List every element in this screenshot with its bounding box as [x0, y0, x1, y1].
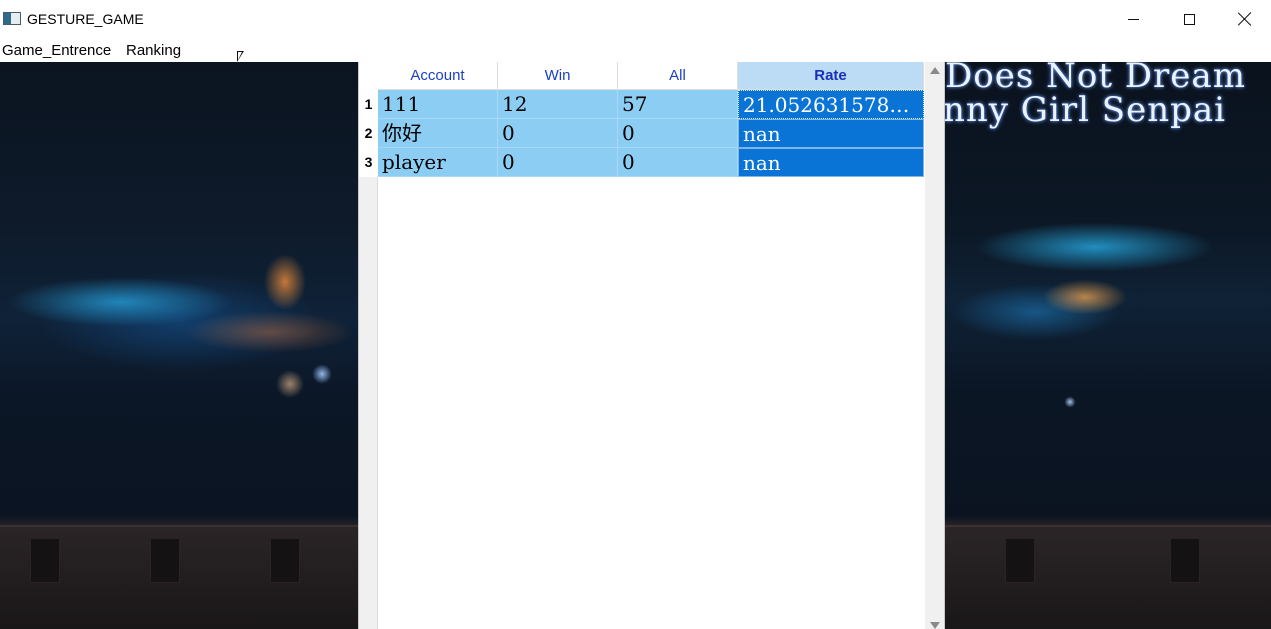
table-cell[interactable]: 你好 [378, 119, 498, 148]
menu-ranking[interactable]: Ranking [126, 42, 181, 59]
table-cell[interactable]: 0 [618, 148, 738, 177]
railing-post [1170, 538, 1200, 583]
minimize-icon [1127, 18, 1139, 20]
scroll-down-arrow-icon[interactable] [930, 622, 940, 629]
table-cell-selected[interactable]: nan [738, 119, 924, 148]
maximize-button[interactable] [1161, 0, 1217, 38]
railing-post [1005, 538, 1035, 583]
table-cell[interactable]: 57 [618, 90, 738, 119]
railing-post [30, 538, 60, 583]
scroll-up-arrow-icon[interactable] [930, 67, 940, 74]
table-cell[interactable]: 0 [498, 148, 618, 177]
table-cell-selected[interactable]: nan [738, 148, 924, 177]
menu-game-entrence[interactable]: Game_Entrence [2, 42, 111, 59]
table-cell[interactable]: 0 [498, 119, 618, 148]
table-cell[interactable]: 12 [498, 90, 618, 119]
app-icon [3, 12, 21, 25]
table-cell[interactable]: 111 [378, 90, 498, 119]
table-cell[interactable]: player [378, 148, 498, 177]
ranking-table[interactable]: 1 2 3 Account Win All Rate 111 12 57 21.… [358, 62, 945, 629]
row-header: 1 2 3 [359, 90, 378, 629]
background-image-left [0, 62, 358, 629]
overlay-title-line2: nny Girl Senpai [945, 90, 1226, 130]
close-icon [1238, 12, 1252, 26]
minimize-button[interactable] [1105, 0, 1161, 38]
column-header-rate[interactable]: Rate [738, 62, 924, 90]
railing-post [270, 538, 300, 583]
maximize-icon [1183, 13, 1195, 25]
table-cell-selected[interactable]: 21.052631578… [738, 90, 924, 119]
railing [0, 525, 358, 583]
column-header-win[interactable]: Win [498, 62, 618, 90]
railing [945, 525, 1271, 583]
mouse-cursor-icon [237, 51, 244, 62]
close-button[interactable] [1217, 0, 1271, 38]
vertical-scrollbar[interactable] [925, 62, 944, 629]
column-header-all[interactable]: All [618, 62, 738, 90]
title-bar: GESTURE_GAME [0, 0, 1271, 38]
column-header-account[interactable]: Account [378, 62, 498, 90]
menu-bar: Game_Entrence Ranking [0, 38, 1271, 62]
row-header-cell[interactable]: 2 [359, 119, 378, 148]
railing-post [150, 538, 180, 583]
row-header-cell[interactable]: 3 [359, 148, 378, 177]
table-cell[interactable]: 0 [618, 119, 738, 148]
table-corner-button[interactable] [359, 62, 378, 90]
window-title: GESTURE_GAME [27, 11, 144, 27]
row-header-cell[interactable]: 1 [359, 90, 378, 119]
background-image-right: Does Not Dream nny Girl Senpai [945, 62, 1271, 629]
